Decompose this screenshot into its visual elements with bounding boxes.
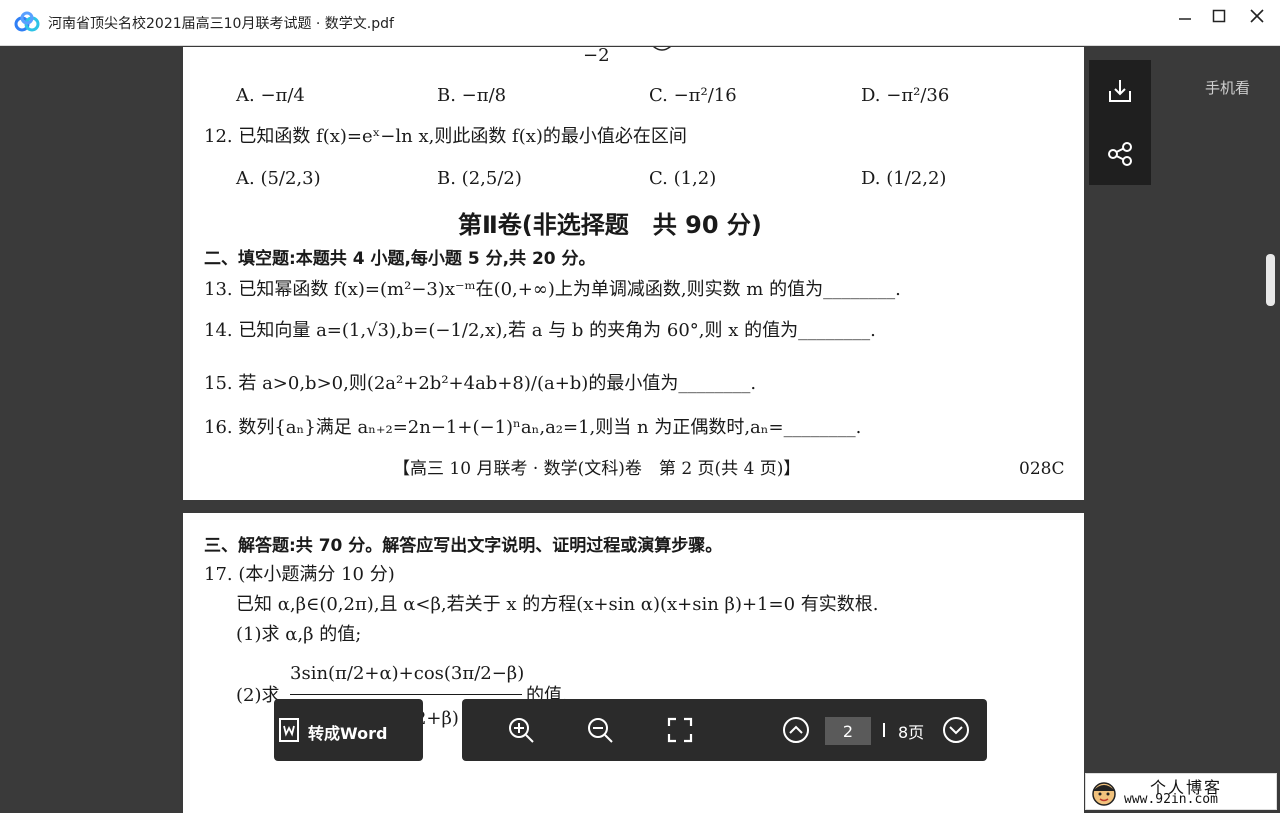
vertical-scrollbar-thumb[interactable] (1266, 254, 1275, 306)
question-17: 17. (本小题满分 10 分) (204, 564, 395, 585)
answer-section-title: 三、解答题:共 70 分。解答应写出文字说明、证明过程或演算步骤。 (204, 536, 723, 556)
q11-option-d: D. −π²/36 (861, 85, 950, 106)
q11-option-a: A. −π/4 (236, 85, 305, 106)
close-icon (1250, 9, 1264, 23)
zoom-out-button[interactable] (585, 715, 615, 745)
minimize-icon (1179, 18, 1191, 20)
fill-in-section-title: 二、填空题:本题共 4 小题,每小题 5 分,共 20 分。 (204, 249, 596, 269)
question-13: 13. 已知幂函数 f(x)=(m²−3)x⁻ᵐ在(0,+∞)上为单调减函数,则… (204, 279, 901, 300)
chevron-down-circle-icon (943, 717, 969, 743)
fullscreen-icon (667, 717, 693, 743)
minimize-button[interactable] (1167, 4, 1203, 28)
page-footer-code: 028C (1019, 459, 1065, 479)
zoom-out-icon (588, 718, 613, 743)
share-icon (1108, 142, 1132, 166)
watermark-url: www.92in.com (1124, 792, 1218, 807)
shape-fragment (653, 47, 671, 51)
question-17-part2-numerator: 3sin(π/2+α)+cos(3π/2−β) (290, 663, 525, 684)
page-separator (883, 723, 885, 737)
question-16: 16. 数列{aₙ}满足 aₙ₊₂=2n−1+(−1)ⁿaₙ,a₂=1,则当 n… (204, 417, 862, 438)
total-pages: 8页 (898, 723, 925, 742)
page-fragment: −2 (583, 47, 610, 66)
close-button[interactable] (1239, 4, 1275, 28)
download-button[interactable] (1089, 60, 1151, 122)
viewer-toolbar: 8页 (462, 699, 987, 761)
fullscreen-button[interactable] (665, 715, 695, 745)
question-17-part1: (1)求 α,β 的值; (236, 624, 362, 645)
q11-option-c: C. −π²/16 (649, 85, 737, 106)
next-page-button[interactable] (941, 715, 971, 745)
download-icon (1109, 80, 1131, 102)
convert-to-word-button[interactable]: 转成Word (274, 699, 423, 761)
question-17-part2-prefix: (2)求 (236, 685, 280, 706)
window-titlebar: 河南省顶尖名校2021届高三10月联考试题 · 数学文.pdf (0, 0, 1280, 46)
page-number-input[interactable] (825, 717, 871, 745)
zoom-in-icon (509, 718, 534, 743)
fraction-bar (290, 694, 522, 695)
q12-option-a: A. (5/2,3) (236, 168, 321, 189)
chevron-up-circle-icon (783, 717, 809, 743)
word-document-icon (279, 718, 299, 742)
pdf-page-3: 三、解答题:共 70 分。解答应写出文字说明、证明过程或演算步骤。 17. (本… (183, 513, 1084, 813)
q12-option-b: B. (2,5/2) (437, 168, 522, 189)
side-action-panel (1089, 60, 1151, 185)
baidu-netdisk-logo-icon (14, 11, 40, 32)
section-heading: 第Ⅱ卷(非选择题 共 90 分) (458, 211, 762, 239)
zoom-in-button[interactable] (506, 715, 536, 745)
q11-option-b: B. −π/8 (437, 85, 507, 106)
blog-watermark: 个人博客 www.92in.com (1085, 773, 1277, 810)
cartoon-face-logo-icon (1092, 782, 1116, 806)
question-12: 12. 已知函数 f(x)=eˣ−ln x,则此函数 f(x)的最小值必在区间 (204, 126, 687, 147)
q12-option-d: D. (1/2,2) (861, 168, 947, 189)
question-15: 15. 若 a>0,b>0,则(2a²+2b²+4ab+8)/(a+b)的最小值… (204, 373, 757, 394)
view-on-mobile-link[interactable]: 手机看 (1205, 77, 1250, 98)
maximize-icon (1212, 9, 1226, 23)
question-17-body: 已知 α,β∈(0,2π),且 α<β,若关于 x 的方程(x+sin α)(x… (236, 594, 879, 615)
maximize-button[interactable] (1201, 4, 1237, 28)
question-14: 14. 已知向量 a=(1,√3),b=(−1/2,x),若 a 与 b 的夹角… (204, 320, 876, 341)
share-button[interactable] (1089, 123, 1151, 185)
page-footer: 【高三 10 月联考 · 数学(文科)卷 第 2 页(共 4 页)】 (393, 459, 801, 479)
convert-to-word-label: 转成Word (308, 724, 388, 743)
q12-option-c: C. (1,2) (649, 168, 717, 189)
pdf-page-2: −2 A. −π/4 B. −π/8 C. −π²/16 D. −π²/36 1… (183, 47, 1084, 500)
window-title: 河南省顶尖名校2021届高三10月联考试题 · 数学文.pdf (48, 16, 394, 32)
previous-page-button[interactable] (781, 715, 811, 745)
